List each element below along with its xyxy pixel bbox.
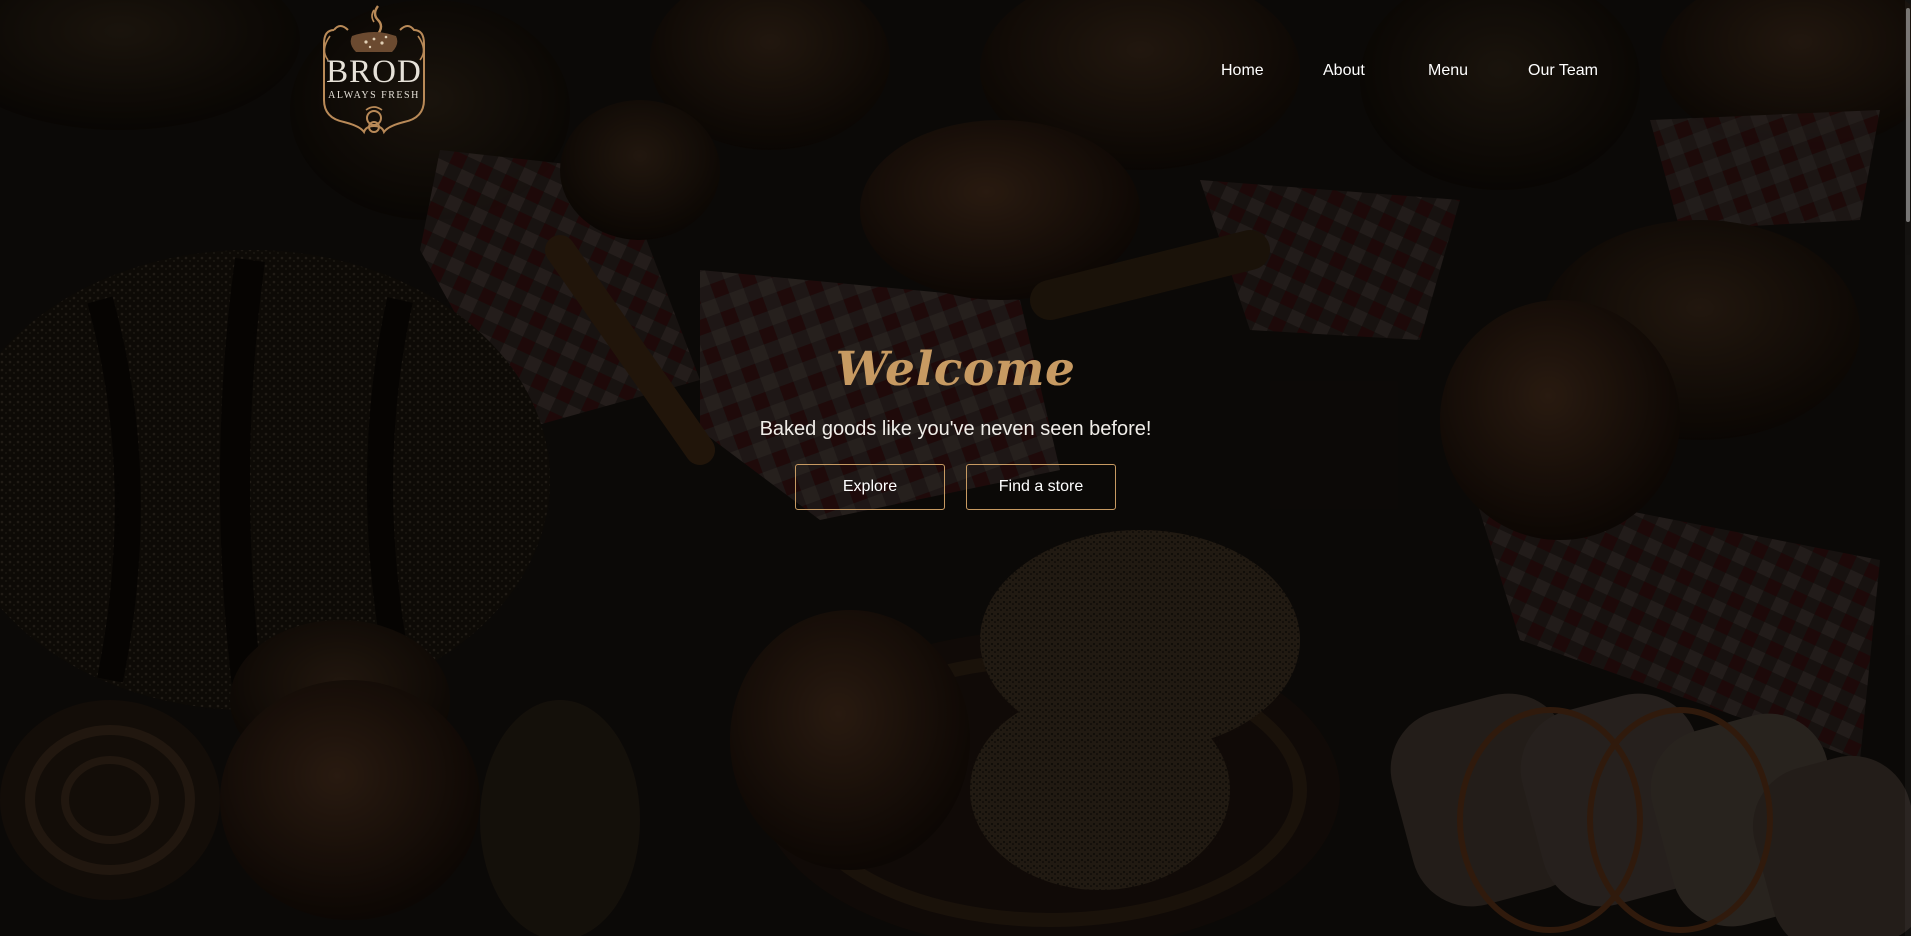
nav-item-our-team[interactable]: Our Team [1528, 60, 1598, 82]
hero-title: Welcome [835, 342, 1076, 397]
brand-tagline: ALWAYS FRESH [328, 90, 420, 101]
hero-section: Welcome Baked goods like you've neven se… [0, 340, 1911, 510]
find-store-button[interactable]: Find a store [966, 464, 1116, 510]
brand-logo[interactable]: BROD ALWAYS FRESH [304, 0, 444, 140]
page: BROD ALWAYS FRESH Home About Menu Our Te… [0, 0, 1911, 936]
site-header: BROD ALWAYS FRESH Home About Menu Our Te… [0, 0, 1911, 140]
nav-item-menu[interactable]: Menu [1428, 60, 1468, 82]
explore-button[interactable]: Explore [795, 464, 945, 510]
nav-item-about[interactable]: About [1323, 60, 1365, 82]
hero-actions: Explore Find a store [0, 464, 1911, 510]
brand-name: BROD [326, 54, 422, 90]
nav-item-home[interactable]: Home [1221, 60, 1264, 82]
hero-subtitle: Baked goods like you've neven seen befor… [759, 418, 1152, 440]
